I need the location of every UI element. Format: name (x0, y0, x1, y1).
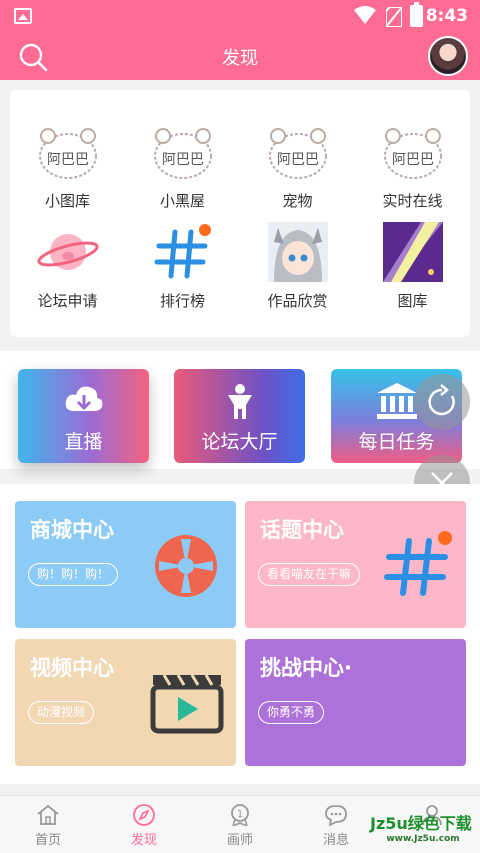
grid-item-forum-apply[interactable]: 论坛申请 (10, 222, 125, 311)
refresh-button[interactable] (414, 374, 470, 430)
clapperboard-icon (150, 674, 224, 734)
medal-icon: 1 (231, 804, 249, 826)
anime-girl-image (267, 222, 328, 282)
forum-hall-label: 论坛大厅 (201, 431, 278, 453)
pig-sticker-icon: 阿巴巴 (383, 128, 442, 179)
nav-discover[interactable]: 发现 (96, 796, 192, 853)
svg-text:阿巴巴: 阿巴巴 (392, 152, 434, 168)
purple-streak-image (382, 222, 443, 282)
status-time: 8:43 (425, 6, 468, 26)
video-center-card[interactable]: 视频中心 动漫视频 (15, 639, 236, 766)
svg-text:1: 1 (237, 809, 243, 820)
nav-home[interactable]: 首页 (0, 796, 96, 853)
grid-item-gallery-small[interactable]: 阿巴巴 小图库 (10, 122, 125, 211)
hashtag-icon (154, 224, 211, 279)
header-bar: 8:43 发现 (0, 0, 480, 80)
pig-sticker-icon: 阿巴巴 (268, 128, 327, 179)
forum-hall-button[interactable]: 论坛大厅 (174, 369, 305, 463)
pig-sticker-icon: 阿巴巴 (153, 128, 212, 179)
card-title: 商城中心 (30, 518, 114, 542)
grid-item-label: 排行榜 (159, 292, 205, 310)
hashtag-icon (384, 531, 452, 596)
grid-item-pet[interactable]: 阿巴巴 宠物 (240, 122, 355, 211)
grid-item-dark-room[interactable]: 阿巴巴 小黑屋 (125, 122, 240, 211)
bank-icon (376, 383, 417, 419)
cloud-download-icon (65, 386, 102, 411)
nav-label: 发现 (130, 833, 157, 848)
sim-icon (386, 7, 402, 27)
pig-sticker-icon: 阿巴巴 (38, 128, 97, 179)
nav-artists[interactable]: 1 画师 (192, 796, 288, 853)
avatar[interactable] (428, 36, 468, 76)
feature-grid: 阿巴巴 小图库 阿巴巴 小黑屋 阿巴巴 宠物 阿巴巴 实时在线 论坛申请 排行榜… (10, 90, 470, 337)
grid-item-label: 作品欣赏 (267, 292, 328, 310)
grid-item-ranking[interactable]: 排行榜 (125, 222, 240, 311)
wheel-icon (155, 535, 217, 597)
grid-item-online[interactable]: 阿巴巴 实时在线 (355, 122, 470, 211)
card-tag: 购！购！购！ (28, 563, 119, 586)
compass-icon (133, 804, 155, 826)
grid-item-label: 图库 (397, 292, 428, 310)
watermark-line-2: www.Jz5u.com (386, 834, 460, 844)
daily-task-label: 每日任务 (358, 431, 435, 453)
chat-bubble-icon (325, 805, 347, 826)
refresh-icon (428, 384, 455, 416)
grid-item-label: 实时在线 (382, 192, 443, 210)
svg-text:阿巴巴: 阿巴巴 (47, 152, 89, 168)
mall-center-card[interactable]: 商城中心 购！购！购！ (15, 501, 236, 628)
grid-item-label: 小图库 (44, 192, 90, 210)
grid-item-label: 宠物 (282, 192, 313, 210)
grid-item-label: 论坛申请 (37, 292, 98, 310)
wifi-icon (354, 6, 376, 24)
image-notification-icon (14, 8, 32, 24)
topic-center-card[interactable]: 话题中心 看看喵友在干嘛 (245, 501, 466, 628)
watermark: Jz5u绿色下载 www.Jz5u.com (370, 810, 476, 850)
card-title: 话题中心 (260, 518, 344, 542)
svg-text:阿巴巴: 阿巴巴 (162, 152, 204, 168)
nav-label: 首页 (34, 833, 61, 848)
planet-pig-icon (36, 234, 99, 270)
card-tag: 看看喵友在干嘛 (258, 563, 361, 586)
card-title: 视频中心 (30, 656, 114, 680)
home-icon (37, 804, 59, 825)
person-icon (227, 384, 252, 419)
grid-item-label: 小黑屋 (159, 192, 205, 210)
watermark-line-1: Jz5u绿色下载 (370, 814, 472, 833)
grid-item-gallery[interactable]: 图库 (355, 222, 470, 311)
battery-icon (410, 2, 423, 27)
card-title: 挑战中心· (260, 656, 352, 680)
status-bar: 8:43 (0, 0, 480, 32)
live-button[interactable]: 直播 (18, 369, 149, 463)
card-tag: 动漫视频 (28, 701, 95, 724)
card-tag: 你勇不勇 (258, 701, 325, 724)
grid-item-artworks[interactable]: 作品欣赏 (240, 222, 355, 311)
live-label: 直播 (64, 431, 103, 453)
page-title: 发现 (222, 48, 258, 69)
challenge-center-card[interactable]: 挑战中心· 你勇不勇 (245, 639, 466, 766)
svg-text:阿巴巴: 阿巴巴 (277, 152, 319, 168)
nav-label: 画师 (226, 833, 253, 848)
